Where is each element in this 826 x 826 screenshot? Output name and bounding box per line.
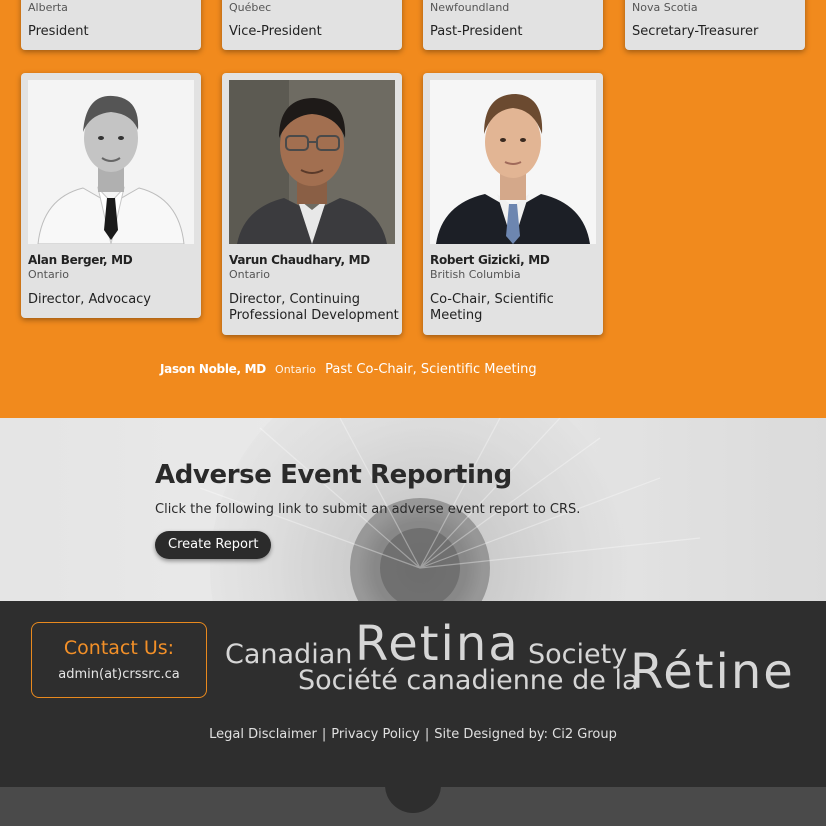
footer-links: Legal Disclaimer | Privacy Policy | Site Des… <box>0 727 826 742</box>
member-role: Director, Advocacy <box>28 292 152 307</box>
card-role: Vice-President <box>229 24 322 39</box>
member-role-line2: Professional Development <box>229 308 399 323</box>
member-role: Past Co-Chair, Scientific Meeting <box>325 362 537 377</box>
scroll-top-tab[interactable] <box>385 787 441 813</box>
board-section: Alberta President Québec Vice-President … <box>0 0 826 418</box>
member-province: British Columbia <box>430 268 521 281</box>
link-separator: | <box>424 727 430 742</box>
bottom-bar <box>0 787 826 826</box>
member-name: Varun Chaudhary, MD <box>229 253 370 267</box>
board-card-past-president: Newfoundland Past-President <box>423 0 603 50</box>
card-province: Newfoundland <box>430 1 510 14</box>
member-photo <box>28 80 194 244</box>
member-name: Robert Gizicki, MD <box>430 253 550 267</box>
board-member-jason-noble: Jason Noble, MD Ontario Past Co-Chair, S… <box>160 358 537 377</box>
board-card-varun-chaudhary: Varun Chaudhary, MD Ontario Director, Co… <box>222 73 402 335</box>
privacy-policy-link[interactable]: Privacy Policy <box>331 727 420 742</box>
member-name: Jason Noble, MD <box>160 362 266 376</box>
board-card-president: Alberta President <box>21 0 201 50</box>
member-role-line2: Meeting <box>430 308 483 323</box>
contact-box: Contact Us: admin(at)crssrc.ca <box>31 622 207 698</box>
logo-text-societe: Société canadienne de la <box>298 665 639 696</box>
adverse-event-title: Adverse Event Reporting <box>155 460 512 490</box>
legal-disclaimer-link[interactable]: Legal Disclaimer <box>209 727 317 742</box>
card-province: Québec <box>229 1 272 14</box>
logo-text-retina: Retina <box>355 616 520 672</box>
member-role-line1: Director, Continuing <box>229 292 361 307</box>
crs-logo[interactable]: Canadian Retina Society Société canadien… <box>225 615 805 697</box>
create-report-button[interactable]: Create Report <box>155 531 272 559</box>
member-province: Ontario <box>229 268 270 281</box>
card-role: President <box>28 24 89 39</box>
board-card-vice-president: Québec Vice-President <box>222 0 402 50</box>
member-photo <box>430 80 596 244</box>
contact-title: Contact Us: <box>63 637 175 659</box>
adverse-event-description: Click the following link to submit an ad… <box>155 502 581 517</box>
member-province: Ontario <box>275 363 317 376</box>
card-province: Alberta <box>28 1 68 14</box>
adverse-event-section: Adverse Event Reporting Click the follow… <box>0 418 826 601</box>
logo-text-retine: Rétine <box>630 644 795 697</box>
card-role: Past-President <box>430 24 523 39</box>
contact-email-link[interactable]: admin(at)crssrc.ca <box>32 667 206 682</box>
link-separator: | <box>321 727 327 742</box>
member-name: Alan Berger, MD <box>28 253 133 267</box>
card-province: Nova Scotia <box>632 1 698 14</box>
member-photo <box>229 80 395 244</box>
card-role: Secretary-Treasurer <box>632 24 759 39</box>
site-designer-link[interactable]: Site Designed by: Ci2 Group <box>434 727 617 742</box>
board-card-secretary-treasurer: Nova Scotia Secretary-Treasurer <box>625 0 805 50</box>
member-province: Ontario <box>28 268 69 281</box>
member-role-line1: Co-Chair, Scientific <box>430 292 554 307</box>
board-card-robert-gizicki: Robert Gizicki, MD British Columbia Co-C… <box>423 73 603 335</box>
board-card-alan-berger: Alan Berger, MD Ontario Director, Advoca… <box>21 73 201 318</box>
footer: Contact Us: admin(at)crssrc.ca Canadian … <box>0 601 826 787</box>
